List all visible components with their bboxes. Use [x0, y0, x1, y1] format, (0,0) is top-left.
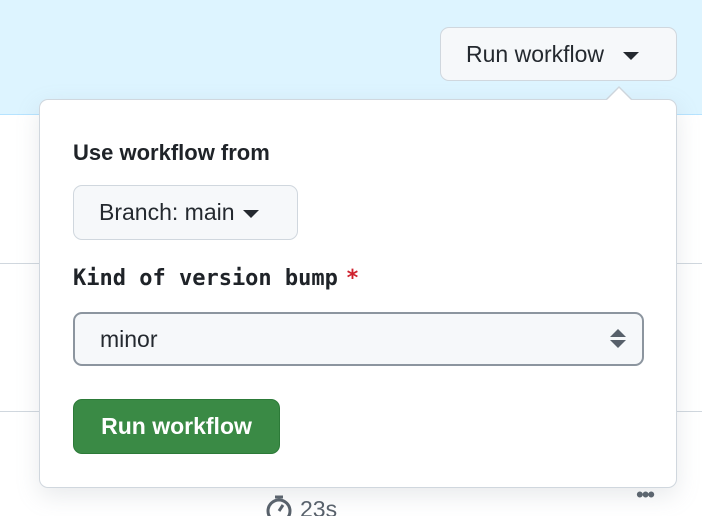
- triangle-down-icon: [242, 209, 259, 218]
- duration-text: 23s: [300, 495, 338, 516]
- stopwatch-icon: [266, 495, 292, 516]
- use-workflow-from-label: Use workflow from: [73, 140, 270, 165]
- branch-label: Branch: main: [99, 199, 235, 225]
- run-workflow-dropdown-button[interactable]: Run workflow: [440, 27, 677, 81]
- version-bump-select[interactable]: minor: [73, 312, 644, 366]
- selected-option: minor: [100, 325, 158, 352]
- run-workflow-label: Run workflow: [466, 40, 605, 67]
- triangle-down-icon: [623, 51, 640, 60]
- version-bump-label-text: Kind of version bump: [73, 266, 338, 291]
- select-arrows-icon: [610, 329, 626, 349]
- popover-notch-fill: [606, 88, 632, 101]
- version-bump-label: Kind of version bump *: [73, 266, 359, 291]
- branch-select-button[interactable]: Branch: main: [73, 185, 298, 240]
- run-workflow-submit-button[interactable]: Run workflow: [73, 399, 280, 454]
- run-duration: 23s: [264, 494, 337, 516]
- required-marker: *: [345, 266, 360, 291]
- run-workflow-popover: Use workflow from Branch: main Kind of v…: [39, 99, 677, 488]
